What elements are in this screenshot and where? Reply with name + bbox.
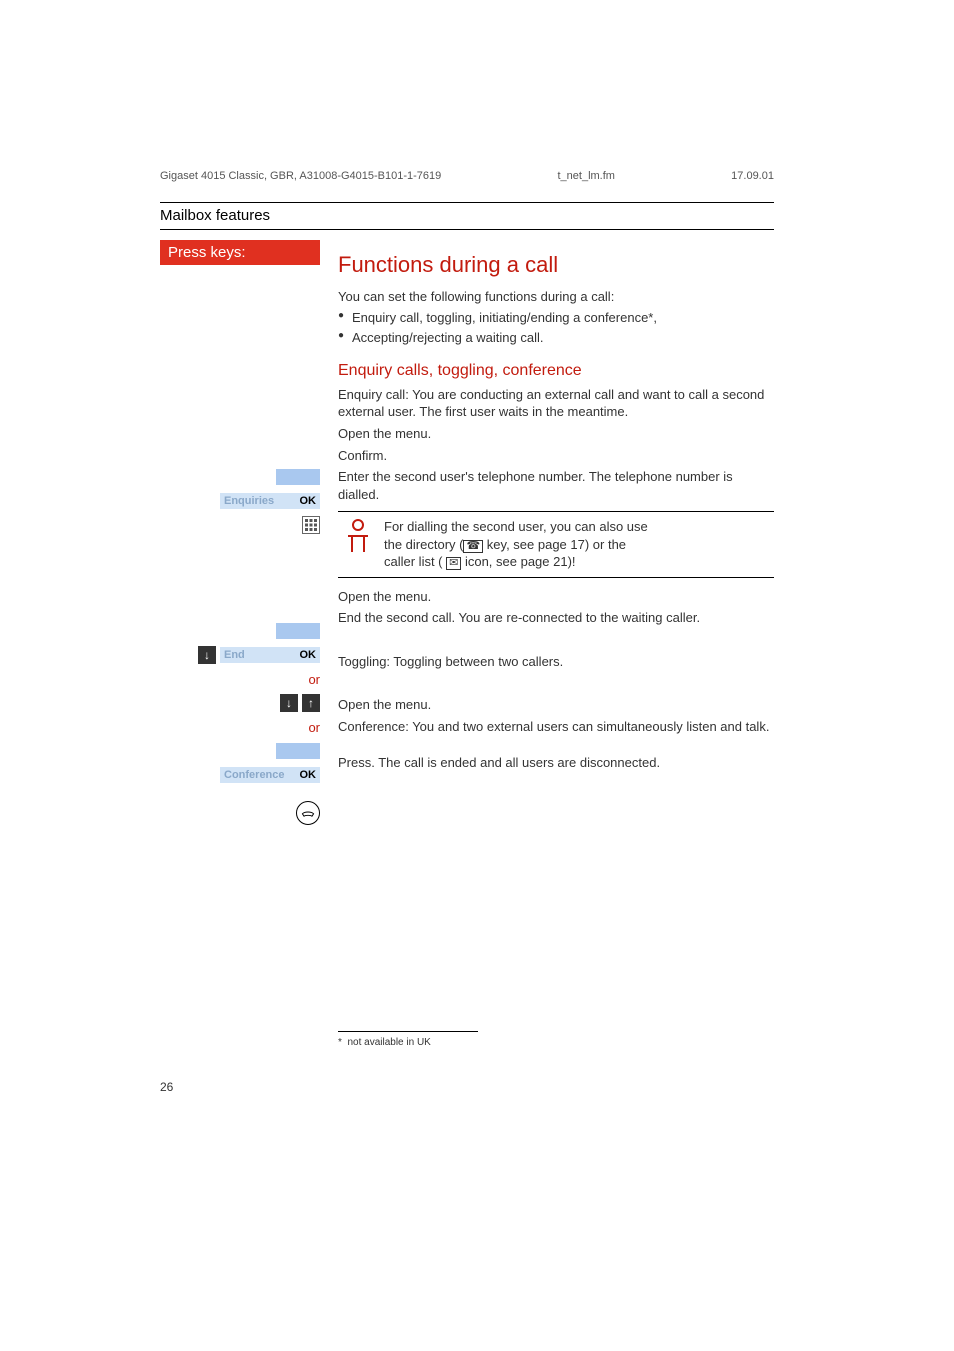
step-conference: Conference: You and two external users c… xyxy=(338,718,774,736)
or-label: or xyxy=(308,720,320,735)
step-toggle: Toggling: Toggling between two callers. xyxy=(338,653,774,671)
body-content: Functions during a call You can set the … xyxy=(338,240,774,1050)
directory-key-icon: ☎ xyxy=(463,540,483,553)
up-arrow-key-icon: ↑ xyxy=(302,694,320,712)
keypad-icon xyxy=(302,516,320,534)
doc-file: t_net_lm.fm xyxy=(557,170,614,182)
softkey-enquiries: Enquiries OK xyxy=(220,493,320,509)
press-keys-label: Press keys: xyxy=(160,240,320,265)
tip-line2: the directory (☎ key, see page 17) or th… xyxy=(384,536,768,554)
step-open-menu: Open the menu. xyxy=(338,425,774,443)
bullet-list: Enquiry call, toggling, initiating/endin… xyxy=(338,309,774,346)
step-open-menu-3: Open the menu. xyxy=(338,696,774,714)
info-person-icon xyxy=(344,518,372,554)
step-end-second: End the second call. You are re-connecte… xyxy=(338,609,774,627)
bullet-item: Accepting/rejecting a waiting call. xyxy=(338,329,774,347)
page-number: 26 xyxy=(160,1080,774,1094)
key-column: Press keys: Enquiries OK ↓ xyxy=(160,240,320,829)
footnote: * not available in UK xyxy=(338,1036,774,1050)
intro-text: You can set the following functions duri… xyxy=(338,288,774,306)
bullet-item: Enquiry call, toggling, initiating/endin… xyxy=(338,309,774,327)
menu-key-icon xyxy=(276,623,320,639)
step-enter-number: Enter the second user's telephone number… xyxy=(338,468,774,503)
or-label: or xyxy=(308,672,320,687)
tip-line1: For dialling the second user, you can al… xyxy=(384,518,768,536)
hangup-key-icon xyxy=(296,801,320,825)
footnote-rule xyxy=(338,1031,478,1032)
step-confirm: Confirm. xyxy=(338,447,774,465)
section-header-rule: Mailbox features xyxy=(160,202,774,230)
heading-enquiry: Enquiry calls, toggling, conference xyxy=(338,360,774,382)
step-open-menu-2: Open the menu. xyxy=(338,588,774,606)
tip-box: For dialling the second user, you can al… xyxy=(338,511,774,578)
doc-ref: Gigaset 4015 Classic, GBR, A31008-G4015-… xyxy=(160,170,441,182)
running-header: Gigaset 4015 Classic, GBR, A31008-G4015-… xyxy=(160,170,774,182)
down-arrow-key-icon: ↓ xyxy=(280,694,298,712)
menu-key-icon xyxy=(276,743,320,759)
enquiry-paragraph: Enquiry call: You are conducting an exte… xyxy=(338,386,774,421)
envelope-icon: ✉ xyxy=(446,557,461,570)
softkey-conference: Conference OK xyxy=(220,767,320,783)
softkey-end: End OK xyxy=(220,647,320,663)
doc-date: 17.09.01 xyxy=(731,170,774,182)
menu-key-icon xyxy=(276,469,320,485)
step-hangup: Press. The call is ended and all users a… xyxy=(338,754,774,772)
section-title: Mailbox features xyxy=(160,207,270,224)
down-arrow-key-icon: ↓ xyxy=(198,646,216,664)
heading-functions: Functions during a call xyxy=(338,250,774,280)
tip-line3: caller list ( ✉ icon, see page 21)! xyxy=(384,553,768,571)
